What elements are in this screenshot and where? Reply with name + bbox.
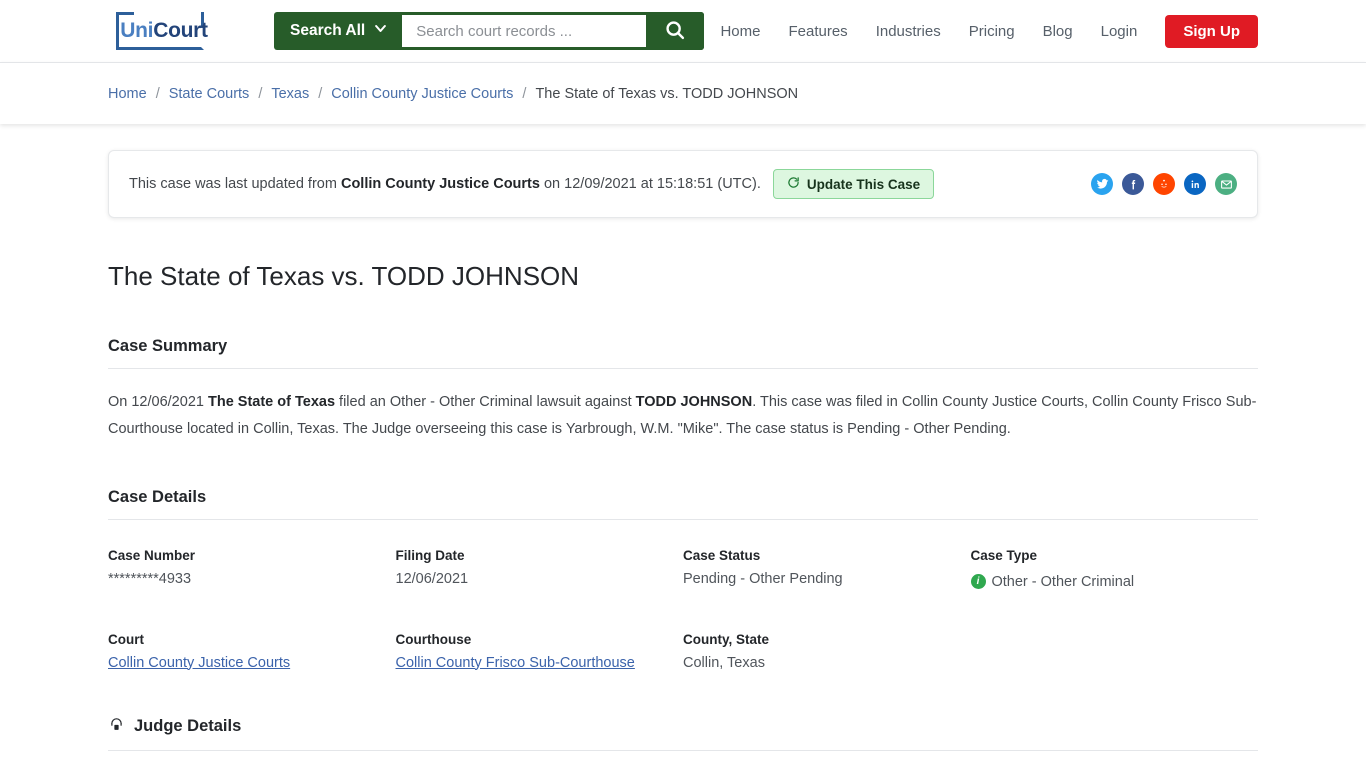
sign-up-button[interactable]: Sign Up: [1165, 14, 1258, 48]
detail-value-wrapper: Collin County Justice Courts: [108, 655, 396, 671]
breadcrumb-item-court[interactable]: Collin County Justice Courts: [331, 86, 513, 102]
search-icon: [664, 19, 686, 44]
detail-label: Courthouse: [395, 631, 472, 647]
court-link[interactable]: Collin County Justice Courts: [108, 655, 290, 671]
detail-value: 12/06/2021: [395, 571, 469, 587]
breadcrumb-item-current: The State of Texas vs. TODD JOHNSON: [535, 85, 799, 102]
update-this-case-label: Update This Case: [806, 176, 921, 192]
detail-filing-date: Filing Date 12/06/2021: [396, 548, 684, 590]
search-input[interactable]: [402, 15, 646, 47]
email-icon[interactable]: [1215, 173, 1237, 195]
detail-value: Other - Other Criminal: [991, 573, 1135, 590]
detail-value-wrapper: i Other - Other Criminal: [970, 573, 1135, 590]
judge-details-heading: Judge Details: [108, 716, 1258, 738]
breadcrumb-item-state-courts[interactable]: State Courts: [169, 86, 250, 102]
nav-item-blog[interactable]: Blog: [1029, 23, 1087, 40]
case-details-heading-label: Case Details: [108, 488, 207, 506]
twitter-icon[interactable]: [1091, 173, 1113, 195]
case-details-heading: Case Details: [108, 488, 1258, 507]
nav-item-industries[interactable]: Industries: [862, 23, 955, 40]
breadcrumb-separator: /: [318, 85, 323, 102]
nav-item-pricing[interactable]: Pricing: [955, 23, 1029, 40]
detail-courthouse: Courthouse Collin County Frisco Sub-Cour…: [396, 632, 684, 671]
logo-text-court: Court: [153, 19, 208, 42]
summary-part-1: On 12/06/2021: [108, 394, 208, 410]
linkedin-icon[interactable]: [1184, 173, 1206, 195]
notice-time: 15:18:51: [656, 176, 714, 192]
breadcrumb-item-home[interactable]: Home: [108, 86, 147, 102]
update-this-case-button[interactable]: Update This Case: [772, 169, 935, 199]
detail-value: *********4933: [108, 571, 192, 587]
notice-source: Collin County Justice Courts: [340, 176, 540, 192]
judge-details-heading-label: Judge Details: [134, 717, 242, 735]
case-summary-heading: Case Summary: [108, 337, 1258, 356]
notice-at: at: [636, 176, 657, 192]
search-bar: Search All: [274, 12, 704, 50]
courthouse-link[interactable]: Collin County Frisco Sub-Courthouse: [396, 655, 635, 671]
case-summary-divider: [108, 368, 1258, 369]
detail-label: Case Type: [970, 548, 1038, 563]
main-content: This case was last updated from Collin C…: [0, 150, 1366, 768]
detail-county-state: County, State Collin, Texas: [683, 632, 971, 671]
refresh-icon: [787, 176, 800, 192]
facebook-icon[interactable]: [1122, 173, 1144, 195]
search-scope-dropdown[interactable]: Search All: [274, 12, 402, 50]
breadcrumb-item-texas[interactable]: Texas: [271, 86, 309, 102]
notice-middle: on: [539, 176, 565, 192]
detail-case-status: Case Status Pending - Other Pending: [683, 548, 971, 590]
last-updated-notice: This case was last updated from Collin C…: [108, 150, 1258, 218]
logo-text: UniCourt: [120, 19, 208, 43]
summary-part-2: filed an Other - Other Criminal lawsuit …: [335, 394, 636, 410]
page-title: The State of Texas vs. TODD JOHNSON: [108, 261, 580, 291]
detail-value: Pending - Other Pending: [683, 571, 843, 587]
breadcrumb-separator: /: [258, 85, 263, 102]
case-summary-heading-label: Case Summary: [108, 337, 228, 355]
breadcrumb-separator: /: [155, 85, 160, 102]
detail-label: County, State: [683, 631, 770, 647]
detail-value-wrapper: Collin County Frisco Sub-Courthouse: [396, 655, 684, 671]
info-icon[interactable]: i: [970, 574, 986, 589]
detail-case-type: Case Type i Other - Other Criminal: [970, 548, 1259, 590]
detail-label: Case Number: [108, 548, 196, 563]
judge-details-divider: [108, 749, 1258, 751]
chevron-down-icon: [373, 21, 388, 41]
social-share-group: [1091, 173, 1237, 195]
search-submit-button[interactable]: [646, 12, 704, 50]
case-summary-text: On 12/06/2021 The State of Texas filed a…: [108, 389, 1258, 443]
last-updated-text: This case was last updated from Collin C…: [129, 176, 761, 192]
case-details-grid: Case Number *********4933 Filing Date 12…: [108, 548, 1258, 671]
judge-icon: [108, 716, 125, 738]
detail-case-number: Case Number *********4933: [108, 548, 396, 590]
detail-empty-cell: [971, 632, 1259, 671]
detail-value: Collin, Texas: [683, 654, 765, 671]
logo-text-uni: Uni: [120, 19, 154, 42]
detail-court: Court Collin County Justice Courts: [108, 632, 396, 671]
case-details-divider: [108, 519, 1258, 520]
notice-suffix: (UTC).: [713, 176, 761, 192]
detail-label: Court: [108, 631, 144, 647]
notice-prefix: This case was last updated from: [129, 176, 341, 192]
detail-label: Case Status: [683, 548, 761, 563]
unicourt-logo[interactable]: UniCourt: [108, 10, 220, 52]
summary-plaintiff: The State of Texas: [207, 394, 336, 410]
breadcrumb-separator: /: [522, 85, 527, 102]
search-scope-label: Search All: [290, 22, 366, 39]
reddit-icon[interactable]: [1153, 173, 1175, 195]
nav-item-login[interactable]: Login: [1087, 23, 1152, 40]
main-navigation: Home Features Industries Pricing Blog Lo…: [706, 14, 1258, 48]
detail-label: Filing Date: [395, 548, 465, 563]
breadcrumb: Home / State Courts / Texas / Collin Cou…: [108, 86, 798, 102]
site-header: UniCourt Search All Home Features Indust…: [0, 0, 1366, 62]
breadcrumb-bar: Home / State Courts / Texas / Collin Cou…: [0, 62, 1366, 124]
nav-item-features[interactable]: Features: [774, 23, 861, 40]
nav-item-home[interactable]: Home: [706, 23, 774, 40]
summary-defendant: TODD JOHNSON: [635, 394, 753, 410]
notice-date: 12/09/2021: [564, 176, 637, 192]
